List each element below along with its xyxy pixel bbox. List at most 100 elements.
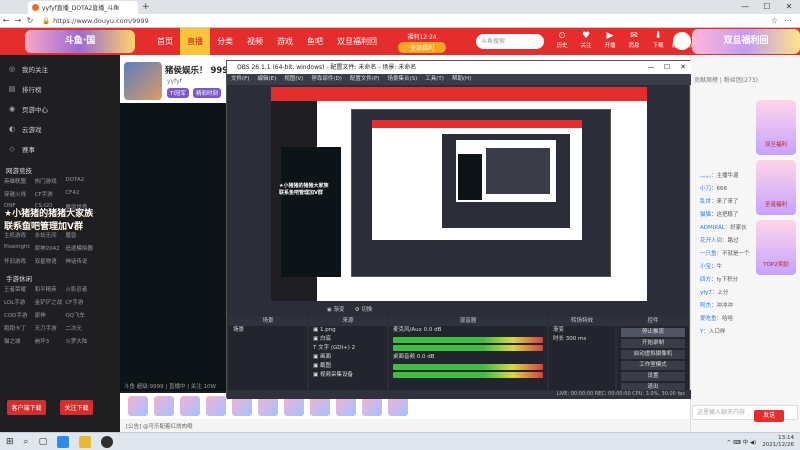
source-item[interactable]: ▣ 白底 bbox=[309, 335, 387, 344]
nav-video[interactable]: 视频 bbox=[240, 28, 270, 55]
chat-user[interactable]: 猫猫： bbox=[700, 212, 717, 218]
rank-tabs[interactable]: 贡献周榜 | 粉丝团(273) bbox=[694, 75, 758, 84]
promo-card[interactable]: 圣诞福利 bbox=[756, 160, 796, 215]
menu-tools[interactable]: 工具(T) bbox=[425, 74, 444, 85]
category-link[interactable]: 永劫无间 bbox=[35, 231, 66, 239]
virtual-camera-button[interactable]: 启动虚拟摄像机 bbox=[621, 350, 685, 359]
minimize-button[interactable]: — bbox=[734, 0, 756, 14]
chat-user[interactable]: 乱世： bbox=[700, 199, 717, 205]
gift-item[interactable] bbox=[310, 396, 330, 416]
chat-user[interactable]: 小刀： bbox=[700, 186, 717, 192]
category-link[interactable]: 跑跑卡丁 bbox=[4, 324, 35, 332]
category-link[interactable]: 原神2042 bbox=[35, 244, 66, 252]
transition-duration[interactable]: 时长 300 ms bbox=[549, 335, 615, 344]
douyu-search-input[interactable]: 斗鱼搜索 bbox=[476, 34, 544, 49]
category-link[interactable]: 猫之城 bbox=[4, 337, 35, 345]
start-icon[interactable]: ⊞ bbox=[6, 437, 14, 447]
gift-item[interactable] bbox=[284, 396, 304, 416]
obs-minimize-button[interactable]: — bbox=[643, 61, 659, 74]
gift-item[interactable] bbox=[362, 396, 382, 416]
follow-button[interactable]: ♥ 关注 bbox=[576, 30, 596, 53]
source-item[interactable]: ▣ 截图 bbox=[309, 362, 387, 371]
gift-item[interactable] bbox=[180, 396, 200, 416]
transition-button[interactable]: ⚙ 切换 bbox=[355, 305, 373, 313]
category-link[interactable]: 神话传说 bbox=[65, 257, 96, 265]
volume-meter[interactable] bbox=[393, 364, 543, 370]
menu-scene-collection[interactable]: 场景集合(S) bbox=[387, 74, 417, 85]
nav-category[interactable]: 分类 bbox=[210, 28, 240, 55]
download-button[interactable]: ⬇ 下载 bbox=[648, 30, 668, 53]
volume-meter[interactable] bbox=[393, 372, 543, 378]
sidebar-item-following[interactable]: ◎ 我的关注 bbox=[0, 59, 100, 79]
category-link[interactable]: 二次元 bbox=[65, 324, 96, 332]
task-view-icon[interactable]: ▢ bbox=[39, 437, 48, 447]
streamer-avatar[interactable] bbox=[124, 62, 162, 100]
category-link[interactable]: CF手游 bbox=[35, 190, 66, 198]
obs-preview[interactable]: ★小猪猪的猪猪大家族 联系鱼吧管理加V群 bbox=[271, 87, 647, 301]
source-item[interactable]: ▣ 1.png bbox=[309, 326, 387, 335]
category-link[interactable]: 天刀手游 bbox=[35, 324, 66, 332]
chat-user[interactable]: 阿杰： bbox=[700, 303, 717, 309]
chat-user[interactable]: 小宝： bbox=[700, 264, 717, 270]
category-link[interactable]: CF手游 bbox=[65, 298, 96, 306]
category-link[interactable]: CF42 bbox=[65, 190, 96, 198]
sidebar-item-webgames[interactable]: ◉ 页游中心 bbox=[0, 99, 100, 119]
category-link[interactable]: 和平精英 bbox=[35, 285, 66, 293]
send-button[interactable]: 发送 bbox=[754, 410, 784, 422]
gift-item[interactable] bbox=[388, 396, 408, 416]
room-badge[interactable]: 精彩时刻 bbox=[192, 88, 221, 98]
obs-close-button[interactable]: ✕ bbox=[675, 61, 691, 74]
menu-docks[interactable]: 停靠部件(D) bbox=[311, 74, 342, 85]
new-tab-button[interactable]: + bbox=[142, 2, 152, 12]
obs-maximize-button[interactable]: ☐ bbox=[659, 61, 675, 74]
gift-item[interactable] bbox=[128, 396, 148, 416]
tray-icons[interactable]: ^ ⌨ 中 ◀) bbox=[727, 438, 757, 446]
category-link[interactable]: 怀旧游戏 bbox=[4, 257, 35, 265]
source-item[interactable]: T 文字 (GDI+) 2 bbox=[309, 344, 387, 353]
start-recording-button[interactable]: 开始录制 bbox=[621, 339, 685, 348]
chat-user[interactable]: ADMIRAL： bbox=[700, 225, 730, 231]
obs-title-bar[interactable]: OBS 26.1.1 (64-bit, windows) - 配置文件: 未命名… bbox=[227, 61, 691, 74]
nav-games[interactable]: 游戏 bbox=[270, 28, 300, 55]
nav-home[interactable]: 首页 bbox=[150, 28, 180, 55]
clock[interactable]: 13:14 2021/12/26 bbox=[762, 435, 794, 449]
close-button[interactable]: ✕ bbox=[778, 0, 800, 14]
chat-user[interactable]: yfy7： bbox=[700, 290, 717, 296]
go-live-button[interactable]: ▶ 开播 bbox=[600, 30, 620, 53]
gift-item[interactable] bbox=[258, 396, 278, 416]
nav-yuba[interactable]: 鱼吧 bbox=[300, 28, 330, 55]
category-link[interactable]: 崩坏3 bbox=[35, 337, 66, 345]
streamer-name[interactable]: yyfyf bbox=[167, 78, 182, 85]
volume-meter[interactable] bbox=[393, 337, 543, 343]
category-link[interactable]: 双星物语 bbox=[35, 257, 66, 265]
promo-button[interactable]: 全站福利 bbox=[398, 42, 446, 53]
forward-icon[interactable]: → bbox=[12, 16, 24, 25]
favorite-star-icon[interactable]: ☆ bbox=[771, 16, 778, 25]
follow-download-button[interactable]: 关注下载 bbox=[60, 400, 93, 415]
chat-user[interactable]: Y： bbox=[700, 329, 709, 335]
category-link[interactable]: QQ飞车 bbox=[65, 311, 96, 319]
category-link[interactable]: 英雄联盟 bbox=[4, 177, 35, 185]
menu-edit[interactable]: 编辑(E) bbox=[257, 74, 276, 85]
chat-user[interactable]: 花开人间： bbox=[700, 238, 728, 244]
category-link[interactable]: 穿越火线 bbox=[4, 190, 35, 198]
transition-select[interactable]: 渐变 bbox=[549, 326, 615, 335]
header-promo[interactable]: 福利12·24 全站福利 bbox=[398, 32, 446, 53]
settings-button[interactable]: 设置 bbox=[621, 372, 685, 381]
nav-live[interactable]: 直播 bbox=[180, 28, 210, 55]
header-banner[interactable]: 双旦福利回 bbox=[692, 29, 800, 54]
menu-view[interactable]: 视图(V) bbox=[284, 74, 303, 85]
fade-button[interactable]: ◉ 渐变 bbox=[327, 305, 345, 313]
chat-user[interactable]: 一只鱼： bbox=[700, 251, 722, 257]
category-link[interactable]: 主机游戏 bbox=[4, 231, 35, 239]
scene-item[interactable]: 场景 bbox=[229, 326, 307, 335]
chat-user[interactable]: 四方： bbox=[700, 277, 717, 283]
sidebar-item-events[interactable]: ◇ 赛事 bbox=[0, 139, 100, 159]
user-avatar[interactable] bbox=[673, 32, 691, 50]
menu-help[interactable]: 帮助(H) bbox=[452, 74, 471, 85]
category-link[interactable]: COD手游 bbox=[4, 311, 35, 319]
file-explorer-icon[interactable] bbox=[79, 436, 92, 448]
history-button[interactable]: ⏲ 历史 bbox=[552, 30, 572, 53]
client-download-button[interactable]: 客户端下载 bbox=[7, 400, 46, 415]
category-link[interactable]: 金铲铲之战 bbox=[35, 298, 66, 306]
